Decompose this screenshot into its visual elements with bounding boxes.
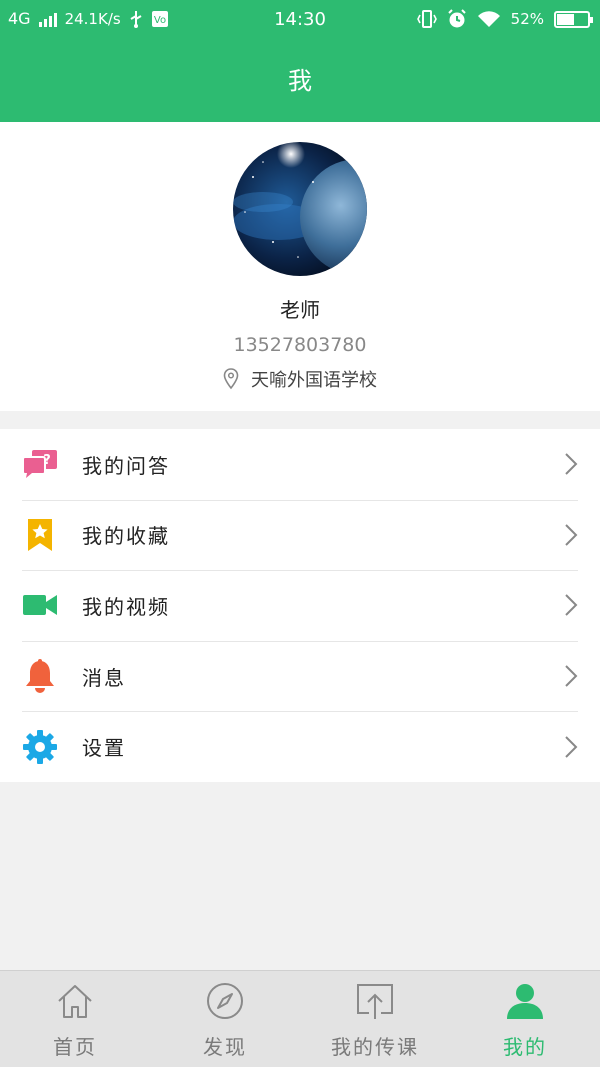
status-right: 52% (416, 9, 593, 29)
avatar[interactable] (233, 142, 367, 276)
menu-item-messages[interactable]: 消息 (0, 640, 600, 712)
chevron-right-icon (565, 735, 578, 758)
wifi-icon (477, 11, 500, 27)
location-pin-icon (223, 368, 239, 390)
chevron-right-icon (565, 594, 578, 617)
battery-icon (554, 10, 593, 28)
menu-label: 我的视频 (82, 594, 170, 619)
menu-item-my-qa[interactable]: ? 我的问答 (0, 429, 600, 500)
chevron-right-icon (565, 665, 578, 687)
bookmark-star-icon (22, 517, 58, 553)
tab-mine[interactable]: 我的 (450, 971, 600, 1067)
tab-label: 我的 (503, 1035, 547, 1059)
tab-discover[interactable]: 发现 (150, 971, 300, 1067)
svg-text:?: ? (43, 453, 51, 468)
tab-my-courses[interactable]: 我的传课 (300, 971, 450, 1067)
gear-icon (22, 729, 58, 765)
menu-label: 我的问答 (82, 453, 170, 478)
menu-label: 我的收藏 (82, 524, 170, 549)
qa-bubble-icon: ? (22, 446, 58, 482)
tab-label: 首页 (53, 1035, 97, 1059)
status-bar: 4G 24.1K/s Vo 14:30 52% (0, 0, 600, 40)
upload-icon (357, 984, 393, 1019)
video-camera-icon (22, 587, 58, 623)
profile-name: 老师 (280, 298, 320, 322)
menu-item-my-favorites[interactable]: 我的收藏 (0, 499, 600, 571)
battery-level (557, 13, 574, 25)
alarm-icon (447, 9, 466, 28)
tab-home[interactable]: 首页 (0, 971, 150, 1067)
menu-item-my-videos[interactable]: 我的视频 (0, 570, 600, 641)
school-name: 天喻外国语学校 (251, 370, 377, 391)
avatar-image (233, 142, 367, 276)
menu-item-settings[interactable]: 设置 (0, 711, 600, 782)
tab-label: 发现 (203, 1035, 247, 1059)
menu-list: ? 我的问答 我的收藏 我的视频 消息 设置 (0, 429, 600, 782)
chevron-right-icon (565, 524, 578, 546)
bell-icon (22, 658, 58, 694)
vibrate-icon (416, 10, 437, 28)
page-title: 我 (0, 40, 600, 122)
person-icon (507, 984, 543, 1019)
profile-phone: 13527803780 (233, 334, 367, 356)
compass-icon (207, 983, 243, 1019)
battery-percent: 52% (510, 10, 544, 28)
profile-school: 天喻外国语学校 (0, 366, 600, 392)
bottom-tab-bar: 首页 发现 我的传课 我的 (0, 970, 600, 1067)
chevron-right-icon (565, 453, 578, 476)
menu-label: 消息 (82, 665, 126, 690)
home-icon (58, 985, 92, 1018)
profile-card: 老师 13527803780 天喻外国语学校 (0, 122, 600, 411)
tab-label: 我的传课 (331, 1035, 419, 1059)
menu-label: 设置 (82, 736, 126, 761)
